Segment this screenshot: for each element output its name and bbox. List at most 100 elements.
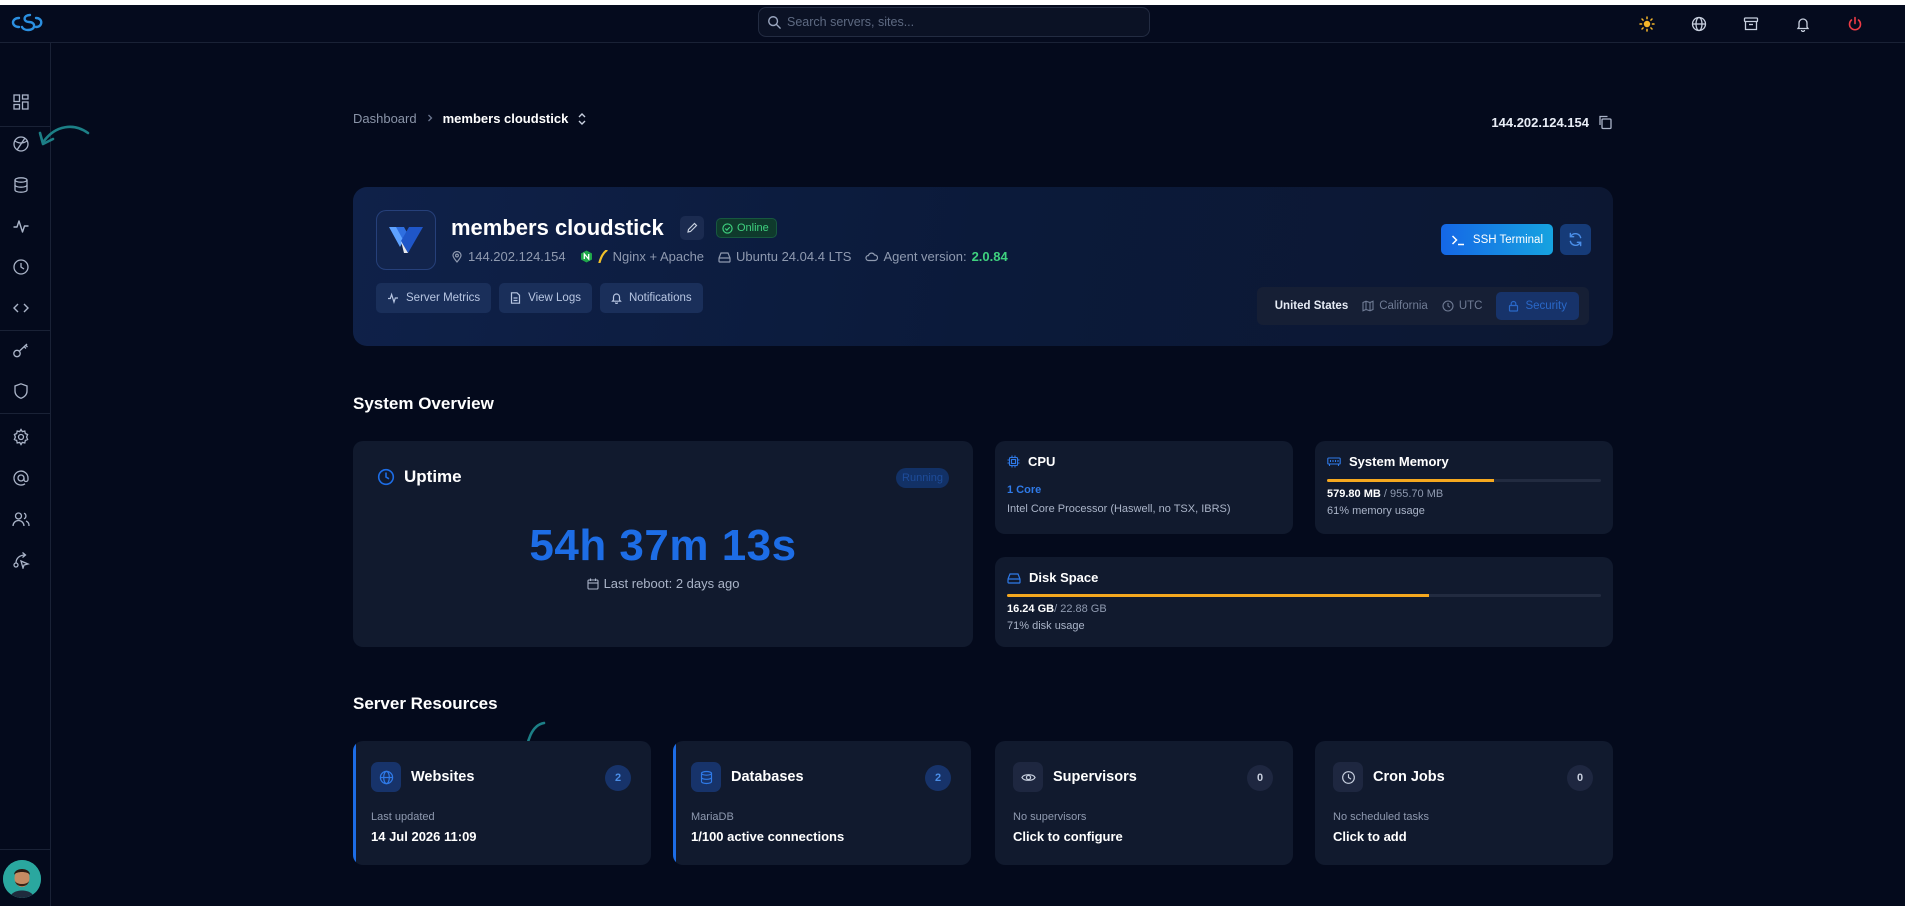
websites-count: 2	[605, 765, 631, 791]
disk-card: Disk Space 16.24 GB/ 22.88 GB 71% disk u…	[995, 557, 1613, 647]
cron-jobs-card[interactable]: Cron Jobs 0 No scheduled tasks Click to …	[1315, 741, 1613, 865]
file-text-icon	[511, 292, 521, 304]
refresh-icon	[1569, 232, 1582, 247]
server-metrics-button[interactable]: Server Metrics	[376, 283, 492, 313]
memory-usage-text: 61% memory usage	[1327, 505, 1425, 517]
hard-drive-icon	[1007, 572, 1021, 584]
ssh-terminal-button[interactable]: SSH Terminal	[1440, 224, 1553, 255]
status-text: Online	[737, 222, 769, 234]
server-resources-title: Server Resources	[353, 694, 498, 713]
sidebar-item-deploy[interactable]	[10, 549, 32, 571]
clock-icon	[377, 468, 395, 486]
sidebar-item-monitoring[interactable]	[10, 215, 32, 237]
settings-icon	[13, 428, 29, 446]
memory-label: System Memory	[1349, 454, 1449, 469]
user-avatar[interactable]	[3, 860, 41, 898]
location-timezone-text: UTC	[1458, 300, 1483, 312]
uptime-card: Uptime Running 54h 37m 13s Last reboot: …	[353, 441, 973, 647]
archive-button[interactable]	[1725, 11, 1777, 37]
server-ip-value: 144.202.124.154	[468, 249, 566, 264]
terminal-icon	[1451, 234, 1464, 245]
activity-icon	[388, 292, 398, 304]
disk-label: Disk Space	[1029, 570, 1099, 585]
memory-header: System Memory	[1327, 454, 1449, 469]
deploy-icon	[13, 552, 30, 569]
sidebar-item-databases[interactable]	[10, 174, 32, 196]
agent-version-label: Agent version:	[883, 249, 967, 264]
agent-version-value: 2.0.84	[971, 249, 1008, 264]
avatar-icon	[3, 860, 41, 898]
supervisors-icon-wrap	[1013, 762, 1043, 792]
uptime-value: 54h 37m 13s	[529, 521, 797, 570]
sidebar-item-ssh-keys[interactable]	[10, 339, 32, 361]
logout-button[interactable]	[1829, 11, 1881, 37]
sidebar-item-team[interactable]	[10, 508, 32, 530]
copy-icon[interactable]	[1597, 114, 1613, 130]
sidebar-item-dashboard[interactable]	[10, 91, 32, 113]
vultr-logo	[376, 210, 436, 270]
sidebar-item-email[interactable]	[10, 467, 32, 489]
notifications-label: Notifications	[628, 292, 692, 304]
language-button[interactable]	[1673, 11, 1725, 37]
sidebar-item-servers[interactable]	[10, 133, 32, 155]
sidebar-item-code[interactable]	[10, 297, 32, 319]
edit-server-name-button[interactable]	[680, 216, 704, 240]
chevron-up-down-icon[interactable]	[576, 112, 588, 126]
sidebar-item-security[interactable]	[10, 380, 32, 402]
map-pin-icon	[452, 250, 462, 263]
provider-icon	[389, 227, 423, 253]
theme-toggle-button[interactable]	[1621, 11, 1673, 37]
notifications-settings-button[interactable]: Notifications	[599, 283, 703, 313]
disk-usage-values: 16.24 GB/ 22.88 GB	[1007, 603, 1107, 615]
search-bar[interactable]	[758, 7, 1150, 37]
agent-version: Agent version: 2.0.84	[865, 249, 1008, 264]
disk-header: Disk Space	[1007, 570, 1098, 585]
location-region: California	[1362, 300, 1428, 312]
security-button[interactable]: Security	[1496, 292, 1579, 320]
last-reboot-text: Last reboot: 2 days ago	[603, 576, 740, 591]
websites-card[interactable]: Websites 2 Last updated 14 Jul 2026 11:0…	[353, 741, 651, 865]
memory-usage-fill	[1327, 479, 1495, 482]
globe-icon	[1691, 16, 1707, 32]
server-metrics-label: Server Metrics	[406, 292, 481, 304]
status-badge: Online	[716, 218, 777, 238]
refresh-button[interactable]	[1560, 224, 1591, 255]
view-logs-button[interactable]: View Logs	[499, 283, 592, 313]
memory-icon	[1327, 457, 1341, 466]
code-icon	[13, 303, 29, 313]
location-region-text: California	[1379, 300, 1428, 312]
web-server-value: Nginx + Apache	[612, 249, 705, 264]
bell-icon	[611, 293, 622, 304]
server-summary-card: members cloudstick Online 144.202.124.15…	[353, 187, 1613, 346]
sidebar-item-cron[interactable]	[10, 256, 32, 278]
os-value: Ubuntu 24.04.4 LTS	[736, 249, 852, 264]
supervisors-value: Click to configure	[1013, 829, 1123, 844]
memory-total: / 955.70 MB	[1383, 488, 1444, 500]
location-timezone: UTC	[1442, 300, 1483, 312]
annotation-arrow	[38, 125, 90, 146]
memory-used: 579.80 MB	[1327, 488, 1381, 500]
sidebar-item-settings[interactable]	[10, 426, 32, 448]
cron-jobs-subtitle: No scheduled tasks	[1333, 811, 1429, 823]
running-badge: Running	[896, 468, 949, 488]
websites-title: Websites	[411, 769, 475, 785]
cpu-header: CPU	[1007, 454, 1055, 469]
supervisors-count: 0	[1247, 765, 1273, 791]
breadcrumb: Dashboard members cloudstick	[353, 111, 588, 126]
databases-card[interactable]: Databases 2 MariaDB 1/100 active connect…	[673, 741, 971, 865]
cloudstick-logo[interactable]	[6, 9, 46, 37]
server-name: members cloudstick	[451, 215, 664, 240]
breadcrumb-current-server[interactable]: members cloudstick	[443, 111, 569, 126]
search-input[interactable]	[787, 15, 1127, 29]
disk-usage-bar	[1007, 594, 1601, 597]
notifications-button[interactable]	[1777, 11, 1829, 37]
servers-icon	[13, 136, 29, 152]
server-ip: 144.202.124.154	[451, 249, 566, 264]
supervisors-card[interactable]: Supervisors 0 No supervisors Click to co…	[995, 741, 1293, 865]
map-icon	[1362, 300, 1374, 312]
sidebar-divider	[0, 413, 51, 414]
breadcrumb-dashboard-link[interactable]: Dashboard	[353, 111, 417, 126]
uptime-header: Uptime	[377, 467, 462, 487]
globe-icon	[379, 770, 393, 784]
chevron-right-icon	[425, 111, 435, 126]
